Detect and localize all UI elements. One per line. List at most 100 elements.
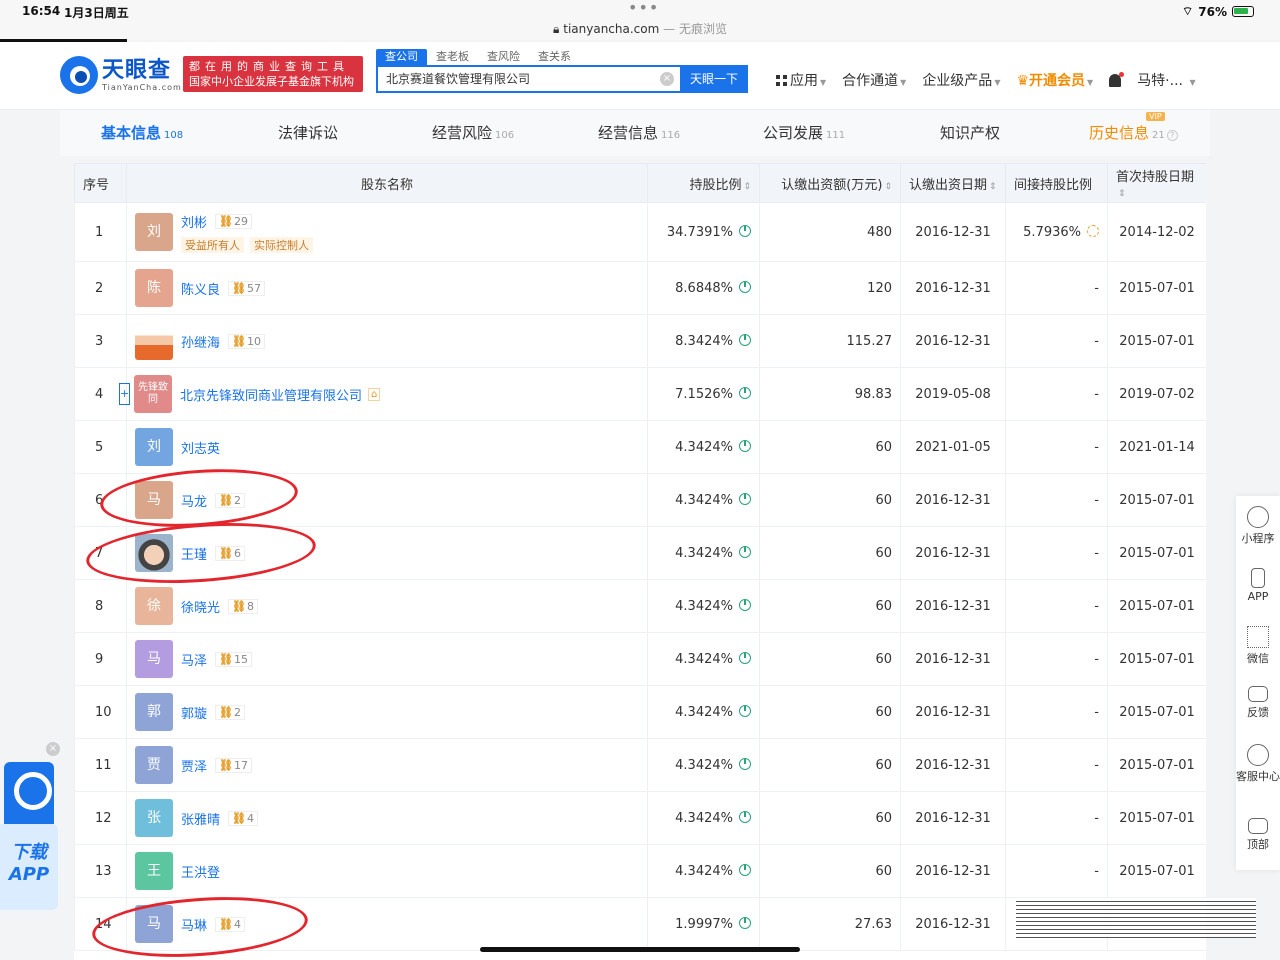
holder-tag[interactable]: 受益所有人	[181, 236, 244, 253]
avatar[interactable]: 马	[135, 481, 173, 519]
holder-name[interactable]: 马泽	[181, 650, 207, 669]
holder-name[interactable]: 张雅晴	[181, 809, 220, 828]
holder-name[interactable]: 王瑾	[181, 544, 207, 563]
pie-chart-icon[interactable]	[739, 598, 751, 611]
relation-badge[interactable]: ⛓8	[228, 598, 258, 614]
float-wechat[interactable]: 微信	[1236, 626, 1280, 666]
avatar[interactable]: 先锋致同	[134, 375, 172, 413]
avatar[interactable]: 郭	[135, 693, 173, 731]
holder-name[interactable]: 马龙	[181, 491, 207, 510]
avatar[interactable]: 王	[135, 852, 173, 890]
col-ratio[interactable]: 持股比例 ⇕	[647, 163, 760, 203]
table-row[interactable]: 5 刘 刘志英 4.3424% 60 2021-01-05 - 2021-01-…	[74, 420, 1206, 474]
relation-badge[interactable]: ⛓10	[228, 333, 265, 349]
tab-operation[interactable]: 经营信息 116	[598, 122, 680, 143]
avatar[interactable]: 张	[135, 799, 173, 837]
pie-chart-icon[interactable]	[739, 386, 751, 399]
holder-tag[interactable]: 实际控制人	[250, 236, 313, 253]
pie-chart-icon[interactable]	[739, 704, 751, 717]
tab-risk[interactable]: 经营风险 106	[432, 122, 514, 143]
help-icon[interactable]: ?	[1166, 130, 1178, 141]
relation-badge[interactable]: ⛓15	[215, 651, 252, 667]
float-service[interactable]: 客服中心	[1236, 744, 1280, 784]
table-row[interactable]: 3 孙继海 ⛓10 8.3424% 115.27 2016-12-31 - 201…	[74, 314, 1206, 368]
relation-badge[interactable]: ⛓4	[228, 810, 258, 826]
avatar[interactable]: 马	[135, 640, 173, 678]
relation-badge[interactable]: ⛓2	[215, 704, 245, 720]
bell-icon[interactable]	[1109, 71, 1125, 87]
float-top[interactable]: 顶部	[1236, 818, 1280, 852]
table-row[interactable]: 10 郭 郭璇 ⛓2 4.3424% 60 2016-12-31 - 2015-0…	[74, 685, 1206, 739]
holder-name[interactable]: 孙继海	[181, 332, 220, 351]
expand-icon[interactable]: +	[119, 383, 130, 405]
search-tab-relation[interactable]: 查关系	[529, 49, 580, 65]
col-amount[interactable]: 认缴出资额(万元) ⇕	[759, 163, 901, 203]
tab-legal[interactable]: 法律诉讼	[278, 122, 338, 143]
tab-basic-info[interactable]: 基本信息 108	[101, 122, 183, 143]
clear-icon[interactable]: ×	[660, 72, 674, 86]
target-icon[interactable]	[1087, 224, 1099, 237]
more-dots-icon[interactable]: •••	[628, 0, 659, 17]
tab-ip[interactable]: 知识产权	[940, 122, 1000, 143]
table-row[interactable]: 9 马 马泽 ⛓15 4.3424% 60 2016-12-31 - 2015-0…	[74, 632, 1206, 686]
pie-chart-icon[interactable]	[739, 651, 751, 664]
table-row[interactable]: 2 陈 陈义良 ⛓57 8.6848% 120 2016-12-31 - 2015…	[74, 261, 1206, 315]
avatar[interactable]: 贾	[135, 746, 173, 784]
nav-enterprise[interactable]: 企业级产品 ▼	[922, 70, 1000, 90]
pie-chart-icon[interactable]	[739, 916, 751, 929]
search-input[interactable]: 北京赛道餐饮管理有限公司 ×	[376, 65, 680, 93]
holder-name[interactable]: 北京先锋致同商业管理有限公司	[180, 385, 362, 404]
table-row[interactable]: 7 王瑾 ⛓6 4.3424% 60 2016-12-31 - 2015-07-0…	[74, 526, 1206, 580]
pie-chart-icon[interactable]	[739, 333, 751, 346]
pie-chart-icon[interactable]	[739, 757, 751, 770]
nav-apps[interactable]: 应用 ▼	[776, 70, 826, 90]
nav-partner[interactable]: 合作通道 ▼	[842, 70, 906, 90]
tab-development[interactable]: 公司发展 111	[763, 122, 845, 143]
table-row[interactable]: 13 王 王洪登 4.3424% 60 2016-12-31 - 2015-07…	[74, 844, 1206, 898]
pie-chart-icon[interactable]	[739, 810, 751, 823]
table-row[interactable]: 12 张 张雅晴 ⛓4 4.3424% 60 2016-12-31 - 2015-…	[74, 791, 1206, 845]
relation-badge[interactable]: ⛓17	[215, 757, 252, 773]
holder-name[interactable]: 陈义良	[181, 279, 220, 298]
holder-name[interactable]: 徐晓光	[181, 597, 220, 616]
table-row[interactable]: 6 马 马龙 ⛓2 4.3424% 60 2016-12-31 - 2015-07…	[74, 473, 1206, 527]
holder-name[interactable]: 郭璇	[181, 703, 207, 722]
address-bar[interactable]: 🔒︎ tianyancha.com — 无痕浏览	[0, 20, 1280, 37]
nav-user[interactable]: 马特·... ▼	[1137, 70, 1195, 90]
holder-name[interactable]: 贾泽	[181, 756, 207, 775]
avatar-photo[interactable]	[135, 534, 173, 572]
site-logo[interactable]: 天眼查 TianYanCha.com	[60, 56, 182, 94]
col-date[interactable]: 认缴出资日期 ⇕	[900, 163, 1006, 203]
search-tab-company[interactable]: 查公司	[376, 49, 427, 65]
tab-history[interactable]: 历史信息 21?	[1089, 122, 1178, 143]
avatar[interactable]: 马	[135, 905, 173, 943]
holder-name[interactable]: 刘彬	[181, 212, 207, 231]
nav-vip[interactable]: ♛开通会员 ▼	[1016, 70, 1093, 90]
search-tab-risk[interactable]: 查风险	[478, 49, 529, 65]
relation-badge[interactable]: ⛓2	[215, 492, 245, 508]
avatar[interactable]: 陈	[135, 269, 173, 307]
col-first-date[interactable]: 首次持股日期 ⇕	[1107, 163, 1206, 203]
holder-name[interactable]: 马琳	[181, 915, 207, 934]
close-icon[interactable]: ×	[46, 742, 60, 756]
holder-name[interactable]: 刘志英	[181, 438, 220, 457]
float-feedback[interactable]: 反馈	[1236, 686, 1280, 720]
search-button[interactable]: 天眼一下	[680, 65, 748, 93]
search-tab-boss[interactable]: 查老板	[427, 49, 478, 65]
relation-badge[interactable]: ⛓6	[215, 545, 245, 561]
download-app-widget[interactable]: × 下载 APP	[0, 742, 60, 910]
pie-chart-icon[interactable]	[739, 224, 751, 237]
pie-chart-icon[interactable]	[739, 492, 751, 505]
relation-badge[interactable]: ⛓4	[215, 916, 245, 932]
pie-chart-icon[interactable]	[739, 439, 751, 452]
avatar[interactable]: 徐	[135, 587, 173, 625]
relation-badge[interactable]: ⛓57	[228, 280, 265, 296]
holder-name[interactable]: 王洪登	[181, 862, 220, 881]
pie-chart-icon[interactable]	[739, 545, 751, 558]
avatar[interactable]: 刘	[135, 213, 173, 251]
table-row[interactable]: 11 贾 贾泽 ⛓17 4.3424% 60 2016-12-31 - 2015-…	[74, 738, 1206, 792]
table-row[interactable]: 4 + 先锋致同 北京先锋致同商业管理有限公司 ⌂ 7.1526% 98.83 20…	[74, 367, 1206, 421]
table-row[interactable]: 1 刘 刘彬 ⛓29 受益所有人 实际控制人 34.7391% 480 2016-1…	[74, 202, 1206, 262]
relation-badge[interactable]: ⛓29	[215, 213, 252, 229]
float-miniprogram[interactable]: 小程序	[1236, 506, 1280, 546]
